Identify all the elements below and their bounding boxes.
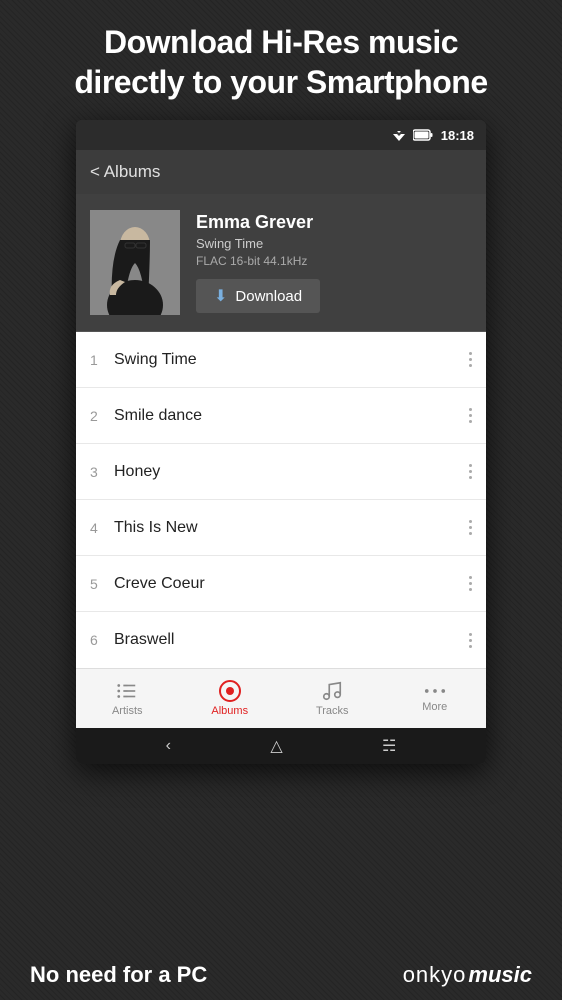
- track-number: 4: [90, 520, 114, 536]
- track-name: This Is New: [114, 519, 469, 537]
- headline-line2: directly to your Smartphone: [74, 64, 487, 100]
- nav-item-more[interactable]: More: [384, 669, 487, 728]
- track-list: 1 Swing Time 2 Smile dance 3: [76, 332, 486, 668]
- android-home-button[interactable]: △: [270, 736, 282, 756]
- nav-label-albums: Albums: [211, 705, 248, 717]
- track-menu-icon[interactable]: [469, 352, 472, 367]
- phone-frame: 18:18 < Albums: [76, 120, 486, 764]
- status-bar: 18:18: [76, 120, 486, 150]
- track-number: 5: [90, 576, 114, 592]
- android-nav-bar: ‹ △ ☵: [76, 728, 486, 764]
- wifi-icon: [391, 129, 407, 141]
- album-format: FLAC 16-bit 44.1kHz: [196, 254, 472, 268]
- track-name: Braswell: [114, 631, 469, 649]
- android-recents-button[interactable]: ☵: [382, 736, 396, 756]
- status-time: 18:18: [441, 128, 474, 143]
- track-menu-icon[interactable]: [469, 633, 472, 648]
- track-item[interactable]: 2 Smile dance: [76, 388, 486, 444]
- track-menu-icon[interactable]: [469, 576, 472, 591]
- album-name: Swing Time: [196, 236, 472, 251]
- track-name: Smile dance: [114, 407, 469, 425]
- more-icon: [424, 684, 446, 698]
- tracks-icon: [321, 680, 343, 702]
- track-number: 1: [90, 352, 114, 368]
- album-art: [90, 210, 180, 315]
- album-info: Emma Grever Swing Time FLAC 16-bit 44.1k…: [196, 212, 472, 313]
- track-name: Creve Coeur: [114, 575, 469, 593]
- track-menu-icon[interactable]: [469, 408, 472, 423]
- track-menu-icon[interactable]: [469, 520, 472, 535]
- albums-circle-icon: [219, 680, 241, 702]
- track-number: 6: [90, 632, 114, 648]
- android-back-button[interactable]: ‹: [166, 737, 171, 755]
- nav-label-artists: Artists: [112, 705, 143, 717]
- artist-name: Emma Grever: [196, 212, 472, 233]
- nav-item-tracks[interactable]: Tracks: [281, 669, 384, 728]
- track-menu-icon[interactable]: [469, 464, 472, 479]
- track-name: Swing Time: [114, 351, 469, 369]
- track-item[interactable]: 3 Honey: [76, 444, 486, 500]
- albums-header[interactable]: < Albums: [76, 150, 486, 194]
- download-label: Download: [235, 288, 302, 305]
- onkyo-brand-prefix: onkyo: [403, 962, 467, 988]
- track-item[interactable]: 6 Braswell: [76, 612, 486, 668]
- battery-icon: [413, 129, 433, 141]
- album-art-image: [90, 210, 180, 315]
- download-icon: ⬇: [214, 286, 227, 306]
- download-button[interactable]: ⬇ Download: [196, 279, 320, 313]
- nav-item-albums[interactable]: Albums: [179, 669, 282, 728]
- track-name: Honey: [114, 463, 469, 481]
- track-number: 3: [90, 464, 114, 480]
- artists-icon: [116, 680, 138, 702]
- track-item[interactable]: 4 This Is New: [76, 500, 486, 556]
- album-card: Emma Grever Swing Time FLAC 16-bit 44.1k…: [76, 194, 486, 332]
- nav-item-artists[interactable]: Artists: [76, 669, 179, 728]
- headline: Download Hi-Res music directly to your S…: [0, 0, 562, 120]
- onkyo-logo: onkyo music: [403, 962, 532, 988]
- nav-label-more: More: [422, 701, 447, 713]
- albums-title: < Albums: [90, 162, 160, 182]
- headline-text: Download Hi-Res music directly to your S…: [30, 22, 532, 102]
- track-item[interactable]: 1 Swing Time: [76, 332, 486, 388]
- page-wrapper: Download Hi-Res music directly to your S…: [0, 0, 562, 1000]
- track-item[interactable]: 5 Creve Coeur: [76, 556, 486, 612]
- track-number: 2: [90, 408, 114, 424]
- bottom-nav: Artists Albums Tracks: [76, 668, 486, 728]
- bottom-bar: No need for a PC onkyo music: [0, 944, 562, 1000]
- nav-label-tracks: Tracks: [316, 705, 349, 717]
- no-pc-text: No need for a PC: [30, 962, 207, 988]
- onkyo-brand-suffix: music: [468, 962, 532, 988]
- headline-line1: Download Hi-Res music: [104, 24, 458, 60]
